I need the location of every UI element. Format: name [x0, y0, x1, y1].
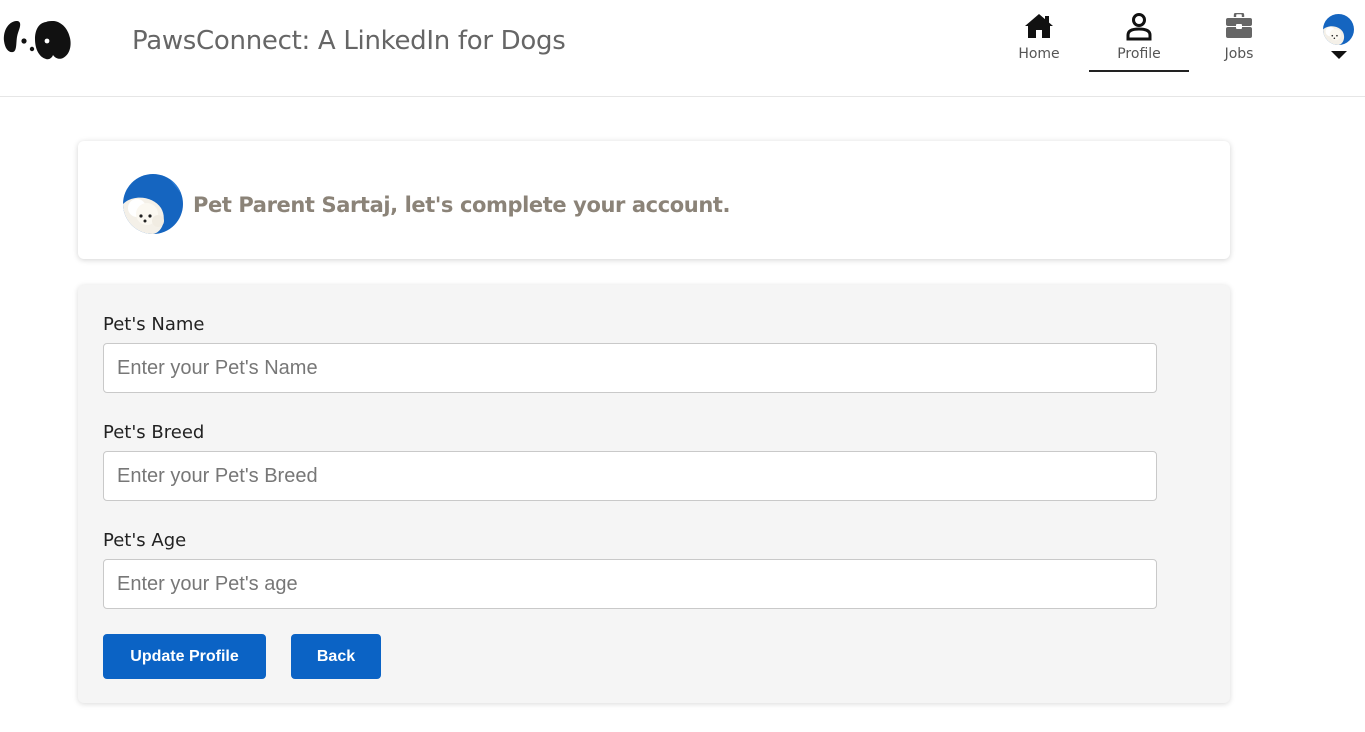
- pet-name-input[interactable]: [103, 343, 1157, 393]
- pet-breed-input[interactable]: [103, 451, 1157, 501]
- top-nav-bar: PawsConnect: A LinkedIn for Dogs Home Pr…: [0, 0, 1365, 97]
- pet-avatar: [123, 174, 183, 234]
- back-button[interactable]: Back: [291, 634, 381, 679]
- nav-home[interactable]: Home: [989, 0, 1089, 72]
- caret-down-icon[interactable]: [1331, 51, 1347, 59]
- home-icon: [1024, 13, 1054, 44]
- pet-age-label: Pet's Age: [103, 530, 187, 551]
- welcome-message: Pet Parent Sartaj, let's complete your a…: [193, 193, 731, 217]
- welcome-card: Pet Parent Sartaj, let's complete your a…: [78, 141, 1230, 259]
- briefcase-icon: [1225, 11, 1253, 44]
- pet-name-label: Pet's Name: [103, 314, 205, 335]
- nav-profile-label: Profile: [1117, 46, 1161, 62]
- dog-logo-icon[interactable]: [2, 19, 72, 63]
- person-icon: [1126, 13, 1152, 46]
- pet-breed-label: Pet's Breed: [103, 422, 205, 443]
- pet-profile-form: Pet's Name Pet's Breed Pet's Age Update …: [78, 285, 1230, 703]
- update-profile-button[interactable]: Update Profile: [103, 634, 266, 679]
- nav-home-label: Home: [1018, 46, 1060, 62]
- app-title: PawsConnect: A LinkedIn for Dogs: [132, 26, 566, 56]
- nav-jobs-label: Jobs: [1224, 46, 1254, 62]
- user-avatar[interactable]: [1323, 14, 1354, 45]
- pet-age-input[interactable]: [103, 559, 1157, 609]
- nav-jobs[interactable]: Jobs: [1189, 0, 1289, 72]
- nav-profile[interactable]: Profile: [1089, 0, 1189, 72]
